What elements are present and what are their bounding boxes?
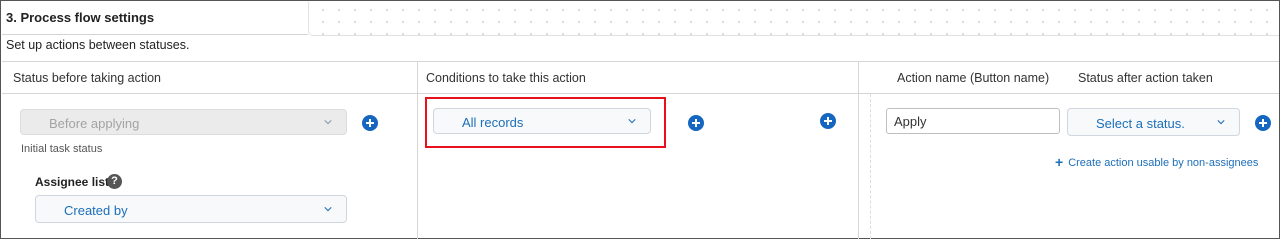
column-divider xyxy=(858,62,859,239)
create-action-link[interactable]: + Create action usable by non-assignees xyxy=(1055,153,1259,170)
section-description: Set up actions between statuses. xyxy=(6,38,190,52)
add-status-before-button[interactable] xyxy=(362,115,378,131)
chevron-down-icon xyxy=(324,120,332,125)
plus-icon: + xyxy=(1055,154,1064,170)
status-before-value: Before applying xyxy=(49,116,140,131)
chevron-down-icon xyxy=(324,207,332,212)
header-conditions: Conditions to take this action xyxy=(426,71,586,85)
process-table: Status before taking action Conditions t… xyxy=(2,61,1279,239)
add-condition-button[interactable] xyxy=(688,115,704,131)
create-action-link-label: Create action usable by non-assignees xyxy=(1068,157,1259,169)
conditions-value: All records xyxy=(462,115,524,130)
status-after-placeholder: Select a status. xyxy=(1096,116,1185,131)
status-before-select: Before applying xyxy=(20,109,347,135)
header-status-after: Status after action taken xyxy=(1078,71,1213,85)
assignee-select[interactable]: Created by xyxy=(35,195,347,223)
assignee-list-label: Assignee list xyxy=(35,175,110,189)
status-after-select[interactable]: Select a status. xyxy=(1067,108,1240,136)
help-icon[interactable]: ? xyxy=(107,174,122,189)
header-action-name: Action name (Button name) xyxy=(897,71,1050,85)
section-title-divider xyxy=(2,34,308,35)
process-flow-panel: 3. Process flow settings Set up actions … xyxy=(0,0,1280,239)
header-status-before: Status before taking action xyxy=(13,71,162,85)
add-action-button[interactable] xyxy=(820,113,836,129)
dashed-divider xyxy=(870,94,871,239)
conditions-select[interactable]: All records xyxy=(433,108,651,134)
chevron-down-icon xyxy=(1217,120,1225,125)
section-title: 3. Process flow settings xyxy=(6,10,155,25)
initial-status-note: Initial task status xyxy=(21,143,103,155)
dotted-header-panel xyxy=(308,2,1279,36)
action-name-input[interactable] xyxy=(886,108,1060,134)
assignee-value: Created by xyxy=(64,203,128,218)
table-header: Status before taking action Conditions t… xyxy=(2,62,1279,94)
chevron-down-icon xyxy=(628,119,636,124)
column-divider xyxy=(417,62,418,239)
add-status-after-button[interactable] xyxy=(1255,115,1271,131)
